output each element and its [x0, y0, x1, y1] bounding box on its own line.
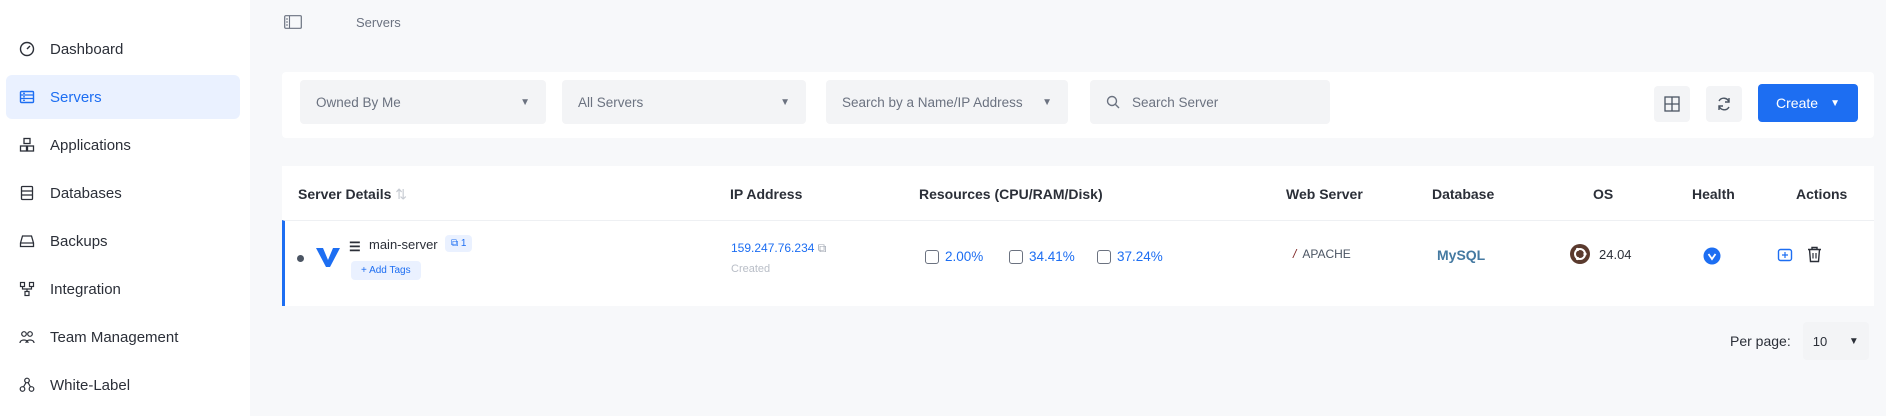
server-filter-select[interactable]: All Servers ▼ [562, 80, 806, 124]
server-name-link[interactable]: main-server [369, 237, 438, 252]
chevron-down-icon: ▼ [1830, 97, 1840, 109]
search-type-select[interactable]: Search by a Name/IP Address ▼ [826, 80, 1068, 124]
hard-drive-icon [18, 232, 36, 250]
create-label: Create [1776, 95, 1819, 111]
search-type-value: Search by a Name/IP Address [842, 94, 1023, 110]
sidebar: Dashboard Servers Applications Databases… [0, 0, 250, 416]
cpu-usage: 2.00% [925, 249, 983, 264]
chevron-down-icon: ▼ [1042, 96, 1052, 108]
per-page-label: Per page: [1730, 333, 1791, 349]
feather-icon: / [1293, 247, 1297, 261]
sidebar-item-label: Integration [50, 280, 121, 298]
delete-icon[interactable] [1807, 246, 1822, 263]
search-input[interactable]: Search Server [1090, 80, 1330, 124]
add-tags-button[interactable]: + Add Tags [351, 261, 421, 280]
copy-icon: ⧉ [817, 241, 827, 255]
sidebar-item-label: Team Management [50, 328, 179, 346]
sidebar-item-white-label[interactable]: White-Label [6, 363, 240, 407]
table-row[interactable]: ☰ main-server ⧉ 1 + Add Tags 159.247.76.… [282, 220, 1874, 306]
white-label-icon [18, 376, 36, 394]
provider-logo-icon [316, 248, 340, 267]
sidebar-item-team-management[interactable]: Team Management [6, 315, 240, 359]
sidebar-item-label: Applications [50, 136, 131, 154]
column-header-os: OS [1593, 186, 1614, 202]
database-icon [18, 184, 36, 202]
filter-bar: Owned By Me ▼ All Servers ▼ Search by a … [282, 72, 1874, 138]
grid-view-button[interactable] [1654, 86, 1690, 122]
sidebar-item-label: White-Label [50, 376, 131, 394]
ram-icon [1009, 249, 1023, 264]
cpu-icon [925, 249, 939, 264]
speedometer-icon [18, 40, 36, 58]
owner-filter-select[interactable]: Owned By Me ▼ [300, 80, 546, 124]
create-button[interactable]: Create ▼ [1758, 84, 1858, 122]
search-icon [1106, 95, 1120, 109]
breadcrumb-current: Servers [356, 14, 401, 30]
servers-table: Server Details ⇅ IP Address Resources (C… [282, 166, 1874, 306]
status-dot [297, 255, 304, 262]
column-header-web-server: Web Server [1286, 186, 1363, 202]
per-page-select[interactable]: 10 ▼ [1802, 322, 1869, 360]
refresh-button[interactable] [1706, 86, 1742, 122]
sidebar-item-backups[interactable]: Backups [6, 219, 240, 263]
sidebar-item-applications[interactable]: Applications [6, 123, 240, 167]
sidebar-item-servers[interactable]: Servers [6, 75, 240, 119]
column-header-actions: Actions [1796, 186, 1848, 202]
sidebar-item-label: Databases [50, 184, 122, 202]
ip-address-link[interactable]: 159.247.76.234 ⧉ [731, 241, 826, 256]
manage-server-icon[interactable] [1777, 247, 1793, 263]
ubuntu-icon [1570, 244, 1590, 264]
integration-icon [18, 280, 36, 298]
team-icon [18, 328, 36, 346]
sidebar-item-databases[interactable]: Databases [6, 171, 240, 215]
ip-subtext: Created [731, 263, 771, 275]
per-page-value: 10 [1812, 333, 1828, 349]
chevron-down-icon: ▼ [780, 96, 790, 108]
sidebar-item-label: Servers [50, 88, 102, 106]
column-header-health: Health [1692, 186, 1735, 202]
column-header-resources: Resources (CPU/RAM/Disk) [919, 186, 1103, 202]
server-filter-value: All Servers [578, 94, 644, 110]
disk-usage: 37.24% [1097, 249, 1163, 264]
column-header-database: Database [1432, 186, 1495, 202]
column-header-ip-address: IP Address [730, 186, 803, 202]
sidebar-item-label: Backups [50, 232, 108, 250]
server-icon [18, 88, 36, 106]
disk-icon [1097, 249, 1111, 264]
cubes-icon [18, 136, 36, 154]
web-server-logo: / APACHE [1293, 247, 1351, 261]
sidebar-item-integration[interactable]: Integration [6, 267, 240, 311]
breadcrumb: Servers [250, 0, 1886, 44]
database-logo: MySQL [1437, 247, 1486, 263]
chevron-down-icon: ▼ [1848, 335, 1859, 347]
drag-handle-icon[interactable]: ☰ [349, 239, 361, 255]
column-header-server-details[interactable]: Server Details ⇅ [298, 186, 407, 203]
sidebar-toggle-icon[interactable] [284, 15, 302, 29]
ram-usage: 34.41% [1009, 249, 1075, 264]
owner-filter-value: Owned By Me [316, 94, 401, 110]
search-placeholder: Search Server [1132, 94, 1219, 110]
health-shield-icon[interactable] [1703, 247, 1721, 265]
grid-icon [1664, 96, 1680, 112]
os-info: 24.04 [1569, 243, 1632, 265]
chevron-down-icon: ▼ [520, 96, 530, 108]
pagination: Per page: 10 ▼ [1730, 322, 1869, 360]
sidebar-item-label: Dashboard [50, 40, 124, 58]
sidebar-item-dashboard[interactable]: Dashboard [6, 27, 240, 71]
refresh-icon [1718, 97, 1730, 111]
app-count-badge[interactable]: ⧉ 1 [445, 235, 473, 252]
